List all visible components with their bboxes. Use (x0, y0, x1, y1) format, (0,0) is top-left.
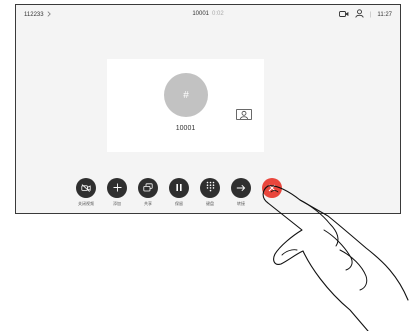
end-call-button[interactable] (262, 178, 282, 198)
plus-icon (113, 179, 122, 197)
transfer-control[interactable]: 转接 (228, 178, 254, 207)
transfer-button[interactable] (231, 178, 251, 198)
add-control[interactable]: 添加 (104, 178, 130, 207)
keypad-icon (206, 179, 215, 197)
avatar: # (164, 73, 208, 117)
keypad-label: 键盘 (206, 200, 214, 206)
close-icon (268, 179, 276, 197)
keypad-button[interactable] (200, 178, 220, 198)
camera-icon[interactable] (338, 10, 349, 20)
arrow-right-icon (236, 179, 246, 197)
callee-name: 10001 (175, 125, 196, 132)
person-icon[interactable] (355, 9, 364, 20)
status-bar: 112233 10001 0:02 | 11:27 (16, 5, 400, 27)
call-controls: 关闭视频 添加 共享 保留 键盘 转接 (73, 178, 319, 210)
camera-off-label: 关闭视频 (78, 200, 94, 206)
transfer-label: 转接 (237, 200, 245, 206)
add-label: 添加 (113, 200, 121, 206)
separator: | (369, 11, 372, 18)
status-icons: | 11:27 (338, 9, 392, 20)
keypad-control[interactable]: 键盘 (197, 178, 223, 207)
camera-off-icon (81, 179, 91, 197)
clock-time: 11:27 (377, 11, 392, 18)
hold-button[interactable] (169, 178, 189, 198)
hold-label: 保留 (175, 200, 183, 206)
share-label: 共享 (144, 200, 152, 206)
pause-icon (175, 179, 183, 197)
callee-number: 10001 (192, 11, 209, 17)
share-button[interactable] (138, 178, 158, 198)
end-call-control[interactable] (259, 178, 285, 201)
share-icon (143, 179, 153, 197)
selfview-icon (236, 107, 252, 125)
call-card: # 10001 (107, 59, 264, 152)
camera-off-control[interactable]: 关闭视频 (73, 178, 99, 207)
camera-off-button[interactable] (76, 178, 96, 198)
selfview-button[interactable] (235, 107, 253, 125)
call-duration: 0:02 (212, 11, 224, 17)
add-button[interactable] (107, 178, 127, 198)
hold-control[interactable]: 保留 (166, 178, 192, 207)
touch-panel-screen: 112233 10001 0:02 | 11:27 # 10001 关闭视频 添… (15, 4, 401, 214)
share-control[interactable]: 共享 (135, 178, 161, 207)
avatar-symbol: # (183, 89, 189, 101)
